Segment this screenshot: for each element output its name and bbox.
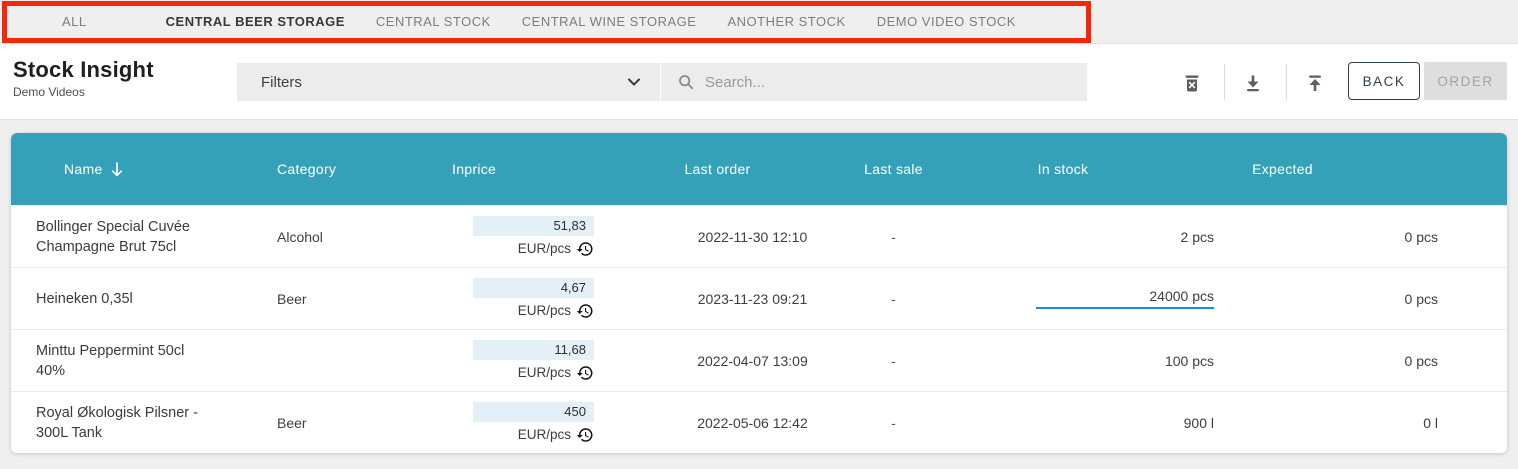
- back-button[interactable]: BACK: [1348, 62, 1420, 100]
- price-history-icon[interactable]: [576, 240, 594, 258]
- price-unit-label: EUR/pcs: [518, 427, 571, 442]
- product-name: Minttu Peppermint 50cl 40%: [11, 330, 265, 391]
- trash-delete-icon: [1182, 73, 1202, 93]
- tab-another-stock[interactable]: ANOTHER STOCK: [727, 14, 845, 29]
- price-unit-label: EUR/pcs: [518, 303, 571, 318]
- last-order-value: 2022-05-06 12:42: [594, 392, 841, 453]
- price-history-icon[interactable]: [576, 426, 594, 444]
- inprice-cell: 450 EUR/pcs: [452, 392, 594, 453]
- column-header-last-sale[interactable]: Last sale: [841, 133, 976, 205]
- upload-button[interactable]: [1303, 71, 1327, 95]
- in-stock-cell: 2 pcs: [976, 206, 1230, 267]
- column-header-in-stock[interactable]: In stock: [976, 133, 1230, 205]
- tab-central-stock[interactable]: CENTRAL STOCK: [376, 14, 491, 29]
- last-sale-value: -: [841, 268, 976, 329]
- filters-label: Filters: [261, 74, 626, 91]
- chevron-down-icon: [626, 74, 642, 90]
- storage-tab-bar: ALL CENTRAL BEER STORAGE CENTRAL STOCK C…: [0, 0, 1518, 44]
- last-order-value: 2022-04-07 13:09: [594, 330, 841, 391]
- price-unit-label: EUR/pcs: [518, 241, 571, 256]
- expected-value: 0 pcs: [1230, 330, 1507, 391]
- search-box: [661, 63, 1087, 101]
- title-block: Stock Insight Demo Videos: [13, 57, 154, 99]
- column-header-last-order[interactable]: Last order: [594, 133, 841, 205]
- last-sale-value: -: [841, 330, 976, 391]
- product-category: Beer: [265, 392, 452, 453]
- product-category: Beer: [265, 268, 452, 329]
- toolbar-divider: [1286, 64, 1287, 100]
- inprice-cell: 4,67 EUR/pcs: [452, 268, 594, 329]
- search-input[interactable]: [705, 74, 1075, 91]
- table-row: Heineken 0,35l Beer 4,67 EUR/pcs 2023-11…: [11, 267, 1507, 329]
- delete-button[interactable]: [1180, 71, 1204, 95]
- inprice-input[interactable]: 4,67: [473, 278, 594, 298]
- inprice-input[interactable]: 450: [473, 402, 594, 422]
- last-sale-value: -: [841, 392, 976, 453]
- product-category: Alcohol: [265, 206, 452, 267]
- toolbar-divider: [1224, 64, 1225, 100]
- price-history-icon[interactable]: [576, 364, 594, 382]
- column-header-name[interactable]: Name: [11, 133, 265, 205]
- in-stock-cell: 100 pcs: [976, 330, 1230, 391]
- last-order-value: 2023-11-23 09:21: [594, 268, 841, 329]
- table-row: Royal Økologisk Pilsner - 300L Tank Beer…: [11, 391, 1507, 453]
- product-category: [265, 330, 452, 391]
- in-stock-value[interactable]: 100 pcs: [1165, 353, 1214, 369]
- table-header: Name Category Inprice Last order Last sa…: [11, 133, 1507, 205]
- tab-central-beer-storage[interactable]: CENTRAL BEER STORAGE: [166, 14, 345, 29]
- price-unit-label: EUR/pcs: [518, 365, 571, 380]
- product-name: Royal Økologisk Pilsner - 300L Tank: [11, 392, 265, 453]
- inprice-input[interactable]: 11,68: [473, 340, 594, 360]
- in-stock-cell: 900 l: [976, 392, 1230, 453]
- column-header-expected[interactable]: Expected: [1230, 133, 1507, 205]
- upload-icon: [1305, 73, 1325, 93]
- column-header-category[interactable]: Category: [265, 133, 452, 205]
- download-button[interactable]: [1241, 71, 1265, 95]
- order-button[interactable]: ORDER: [1424, 62, 1507, 100]
- download-icon: [1243, 73, 1263, 93]
- inprice-cell: 11,68 EUR/pcs: [452, 330, 594, 391]
- toolbar: Stock Insight Demo Videos Filters: [0, 44, 1518, 120]
- sort-desc-icon: [111, 162, 123, 177]
- product-name: Heineken 0,35l: [11, 268, 265, 329]
- stock-table: Name Category Inprice Last order Last sa…: [11, 133, 1507, 453]
- last-order-value: 2022-11-30 12:10: [594, 206, 841, 267]
- inprice-cell: 51,83 EUR/pcs: [452, 206, 594, 267]
- tab-central-wine-storage[interactable]: CENTRAL WINE STORAGE: [522, 14, 697, 29]
- last-sale-value: -: [841, 206, 976, 267]
- column-header-inprice[interactable]: Inprice: [452, 133, 594, 205]
- expected-value: 0 pcs: [1230, 206, 1507, 267]
- page-subtitle: Demo Videos: [13, 85, 154, 99]
- page-title: Stock Insight: [13, 57, 154, 83]
- in-stock-cell: 24000 pcs: [976, 268, 1230, 329]
- table-row: Bollinger Special Cuvée Champagne Brut 7…: [11, 205, 1507, 267]
- product-name: Bollinger Special Cuvée Champagne Brut 7…: [11, 206, 265, 267]
- expected-value: 0 pcs: [1230, 268, 1507, 329]
- tab-all[interactable]: ALL: [62, 14, 87, 29]
- filters-dropdown[interactable]: Filters: [237, 63, 660, 101]
- in-stock-value[interactable]: 2 pcs: [1181, 229, 1214, 245]
- column-label: Name: [64, 161, 103, 177]
- inprice-input[interactable]: 51,83: [473, 216, 594, 236]
- price-history-icon[interactable]: [576, 302, 594, 320]
- search-icon: [677, 73, 695, 91]
- table-row: Minttu Peppermint 50cl 40% 11,68 EUR/pcs…: [11, 329, 1507, 391]
- tab-demo-video-stock[interactable]: DEMO VIDEO STOCK: [877, 14, 1016, 29]
- expected-value: 0 l: [1230, 392, 1507, 453]
- in-stock-value-editing[interactable]: 24000 pcs: [1036, 288, 1214, 309]
- in-stock-value[interactable]: 900 l: [1184, 415, 1214, 431]
